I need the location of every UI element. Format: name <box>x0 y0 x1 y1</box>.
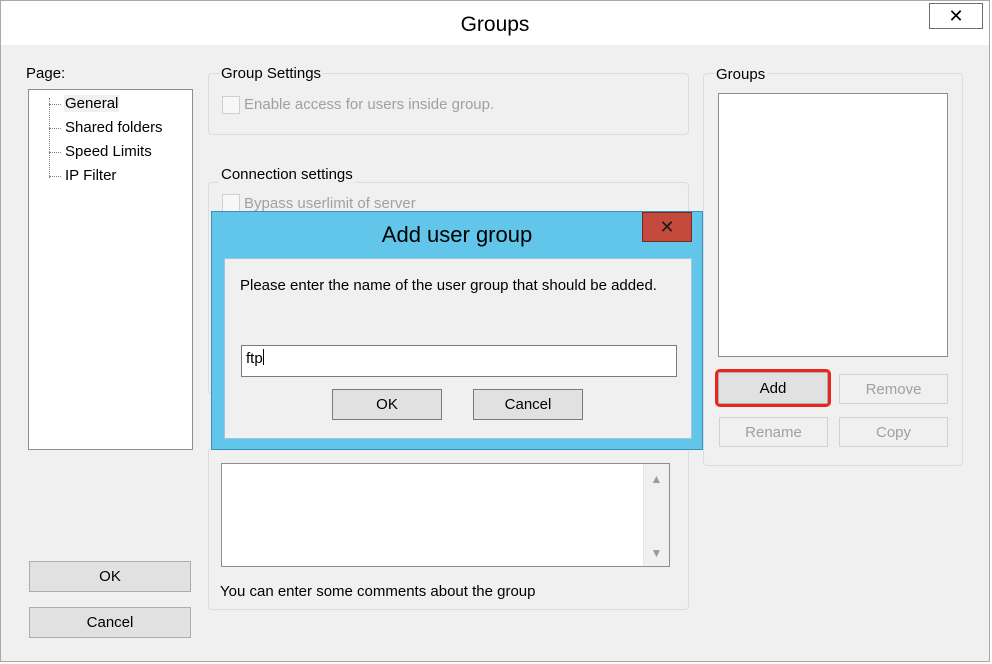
dialog-close-button[interactable]: ✕ <box>642 212 692 242</box>
close-icon: ✕ <box>659 216 675 237</box>
tree-branch <box>49 176 61 177</box>
comments-scrollbar[interactable]: ▲ ▼ <box>643 464 669 566</box>
remove-group-button[interactable]: Remove <box>839 374 948 404</box>
dialog-title: Add user group <box>381 222 533 247</box>
tree-item-general[interactable]: General <box>64 95 120 112</box>
dialog-body: Please enter the name of the user group … <box>224 258 692 439</box>
dialog-ok-label: OK <box>376 396 398 413</box>
scroll-down-icon[interactable]: ▼ <box>644 542 669 564</box>
tree-item-ip-filter[interactable]: IP Filter <box>65 167 116 184</box>
connection-settings-caption: Connection settings <box>219 166 355 183</box>
tree-item-speed-limits[interactable]: Speed Limits <box>65 143 152 160</box>
page-label: Page: <box>26 65 66 82</box>
group-name-value: ftp <box>246 350 263 367</box>
comments-textarea[interactable]: ▲ ▼ <box>221 463 670 567</box>
dialog-ok-button[interactable]: OK <box>332 389 442 420</box>
bypass-userlimit-label: Bypass userlimit of server <box>244 195 416 212</box>
bypass-userlimit-checkbox[interactable] <box>222 194 240 212</box>
window-title: Groups <box>460 13 530 36</box>
group-settings-caption: Group Settings <box>219 65 324 82</box>
groups-caption: Groups <box>714 66 768 83</box>
window-close-button[interactable]: ✕ <box>929 3 983 29</box>
dialog-cancel-button[interactable]: Cancel <box>473 389 583 420</box>
tree-branch <box>49 128 61 129</box>
cancel-button[interactable]: Cancel <box>29 607 191 638</box>
tree-connector <box>49 98 50 178</box>
enable-access-label: Enable access for users inside group. <box>244 96 495 113</box>
group-name-input[interactable]: ftp <box>241 345 677 377</box>
scroll-up-icon[interactable]: ▲ <box>644 468 669 490</box>
ok-button[interactable]: OK <box>29 561 191 592</box>
close-icon: ✕ <box>948 5 964 26</box>
tree-branch <box>49 104 61 105</box>
groups-list[interactable] <box>718 93 948 357</box>
rename-group-button[interactable]: Rename <box>719 417 828 447</box>
page-tree[interactable]: General Shared folders Speed Limits IP F… <box>28 89 193 450</box>
title-bar: Groups <box>1 1 989 45</box>
tree-item-shared-folders[interactable]: Shared folders <box>65 119 163 136</box>
add-group-button[interactable]: Add <box>715 369 831 407</box>
copy-group-button[interactable]: Copy <box>839 417 948 447</box>
add-user-group-dialog: Add user group ✕ Please enter the name o… <box>211 211 703 450</box>
dialog-cancel-label: Cancel <box>504 396 552 413</box>
dialog-prompt: Please enter the name of the user group … <box>240 277 657 294</box>
tree-branch <box>49 152 61 153</box>
text-cursor <box>262 349 264 365</box>
enable-access-checkbox[interactable] <box>222 96 240 114</box>
comments-hint: You can enter some comments about the gr… <box>220 583 536 600</box>
